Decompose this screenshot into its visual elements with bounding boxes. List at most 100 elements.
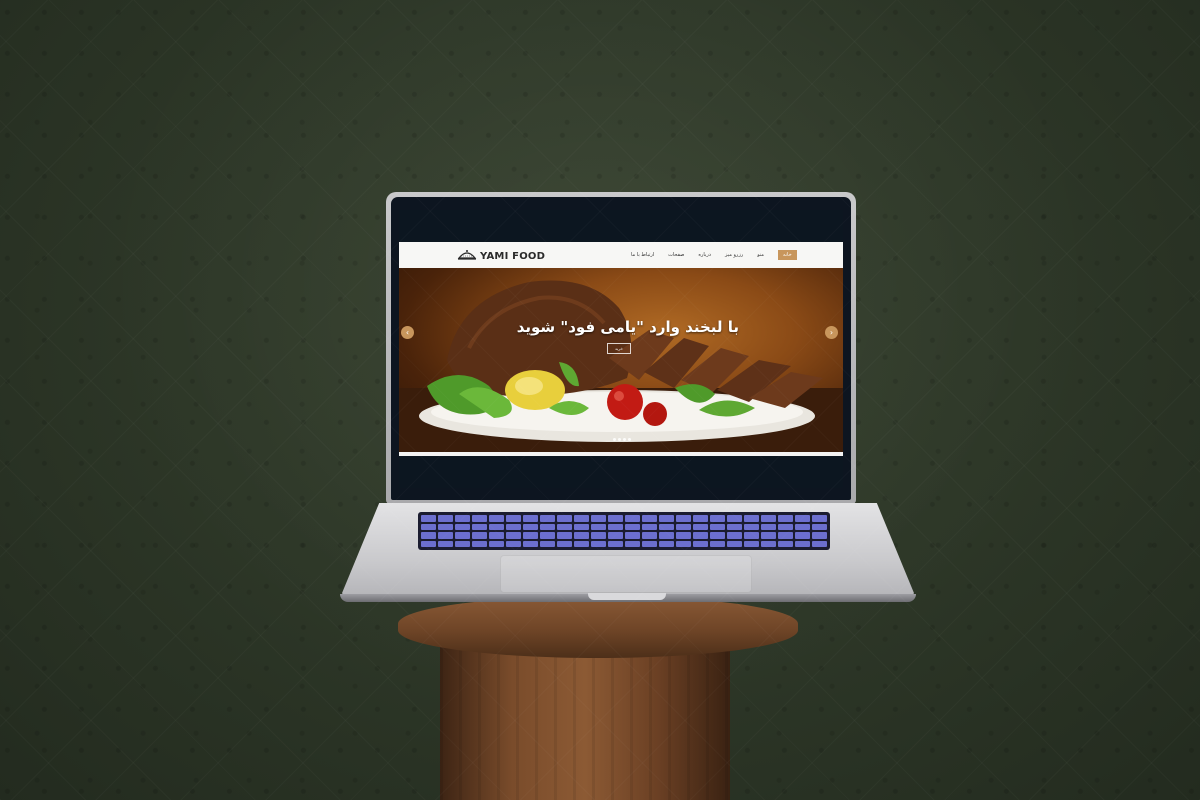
cloche-icon: [457, 247, 477, 266]
keyboard-key: [455, 540, 470, 547]
slider-dot[interactable]: [618, 438, 621, 441]
keyboard-key: [421, 532, 436, 539]
keyboard-key: [506, 540, 521, 547]
keyboard-key: [642, 532, 657, 539]
laptop-keyboard: [418, 512, 830, 550]
keyboard-key: [693, 532, 708, 539]
keyboard-key: [540, 515, 555, 522]
keyboard-key: [472, 532, 487, 539]
keyboard-key: [421, 515, 436, 522]
keyboard-key: [676, 515, 691, 522]
keyboard-key: [744, 515, 759, 522]
keyboard-key: [642, 515, 657, 522]
keyboard-key: [812, 523, 827, 530]
keyboard-key: [608, 523, 623, 530]
keyboard-key: [506, 515, 521, 522]
slider-dot[interactable]: [623, 438, 626, 441]
hero-button[interactable]: خرید: [607, 343, 631, 354]
keyboard-key: [625, 523, 640, 530]
nav-item-contact[interactable]: ارتباط با ما: [631, 252, 654, 258]
keyboard-key: [642, 540, 657, 547]
keyboard-key: [710, 540, 725, 547]
keyboard-key: [795, 540, 810, 547]
keyboard-key: [608, 540, 623, 547]
keyboard-key: [540, 532, 555, 539]
main-nav: خانه منو رزرو میز درباره صفحات ارتباط با…: [631, 250, 797, 260]
keyboard-key: [727, 532, 742, 539]
keyboard-key: [761, 515, 776, 522]
keyboard-key: [812, 532, 827, 539]
chevron-right-icon[interactable]: ›: [825, 326, 838, 339]
keyboard-key: [523, 540, 538, 547]
keyboard-key: [778, 523, 793, 530]
keyboard-key: [489, 532, 504, 539]
keyboard-key: [642, 523, 657, 530]
wooden-pedestal-top: [398, 596, 798, 658]
chevron-left-icon[interactable]: ‹: [401, 326, 414, 339]
keyboard-key: [591, 523, 606, 530]
keyboard-key: [625, 540, 640, 547]
keyboard-key: [659, 515, 674, 522]
keyboard-key: [523, 523, 538, 530]
nav-item-about[interactable]: درباره: [698, 252, 711, 258]
keyboard-key: [574, 532, 589, 539]
keyboard-key: [676, 540, 691, 547]
keyboard-key: [710, 515, 725, 522]
keyboard-key: [557, 540, 572, 547]
site-bottom-strip: [399, 452, 843, 456]
keyboard-key: [591, 515, 606, 522]
keyboard-key: [795, 515, 810, 522]
nav-item-menu[interactable]: منو: [757, 252, 764, 258]
nav-item-reservation[interactable]: رزرو میز: [725, 252, 743, 258]
keyboard-key: [744, 532, 759, 539]
keyboard-key: [489, 523, 504, 530]
keyboard-key: [795, 523, 810, 530]
keyboard-key: [812, 515, 827, 522]
keyboard-key: [659, 523, 674, 530]
keyboard-key: [574, 515, 589, 522]
keyboard-key: [557, 515, 572, 522]
keyboard-key: [625, 515, 640, 522]
keyboard-key: [438, 515, 453, 522]
keyboard-key: [421, 523, 436, 530]
keyboard-key: [744, 540, 759, 547]
keyboard-key: [676, 532, 691, 539]
hero-title: با لبخند وارد "یامی فود" شوید: [516, 318, 739, 336]
keyboard-key: [778, 515, 793, 522]
nav-item-home[interactable]: خانه: [777, 250, 797, 260]
keyboard-key: [591, 532, 606, 539]
keyboard-key: [710, 523, 725, 530]
keyboard-key: [455, 523, 470, 530]
laptop-opening-notch: [588, 593, 666, 600]
keyboard-key: [489, 540, 504, 547]
website: YAMI FOOD خانه منو رزرو میز درباره صفحات…: [399, 242, 843, 456]
keyboard-key: [506, 532, 521, 539]
site-logo[interactable]: YAMI FOOD: [457, 247, 545, 266]
laptop-trackpad: [500, 555, 752, 593]
keyboard-key: [761, 540, 776, 547]
keyboard-key: [472, 540, 487, 547]
slider-dots: [613, 438, 631, 441]
keyboard-key: [438, 523, 453, 530]
keyboard-key: [574, 523, 589, 530]
keyboard-key: [523, 532, 538, 539]
keyboard-key: [557, 523, 572, 530]
keyboard-key: [421, 540, 436, 547]
keyboard-key: [659, 532, 674, 539]
keyboard-key: [472, 515, 487, 522]
keyboard-key: [693, 515, 708, 522]
keyboard-key: [727, 515, 742, 522]
laptop-screen: YAMI FOOD خانه منو رزرو میز درباره صفحات…: [399, 210, 843, 488]
hero-food-image: [399, 280, 843, 452]
slider-dot[interactable]: [613, 438, 616, 441]
keyboard-key: [455, 532, 470, 539]
keyboard-key: [693, 540, 708, 547]
nav-item-pages[interactable]: صفحات: [668, 252, 684, 258]
keyboard-key: [591, 540, 606, 547]
keyboard-key: [710, 532, 725, 539]
slider-dot[interactable]: [628, 438, 631, 441]
keyboard-key: [761, 532, 776, 539]
keyboard-key: [608, 532, 623, 539]
keyboard-key: [472, 523, 487, 530]
keyboard-key: [540, 540, 555, 547]
